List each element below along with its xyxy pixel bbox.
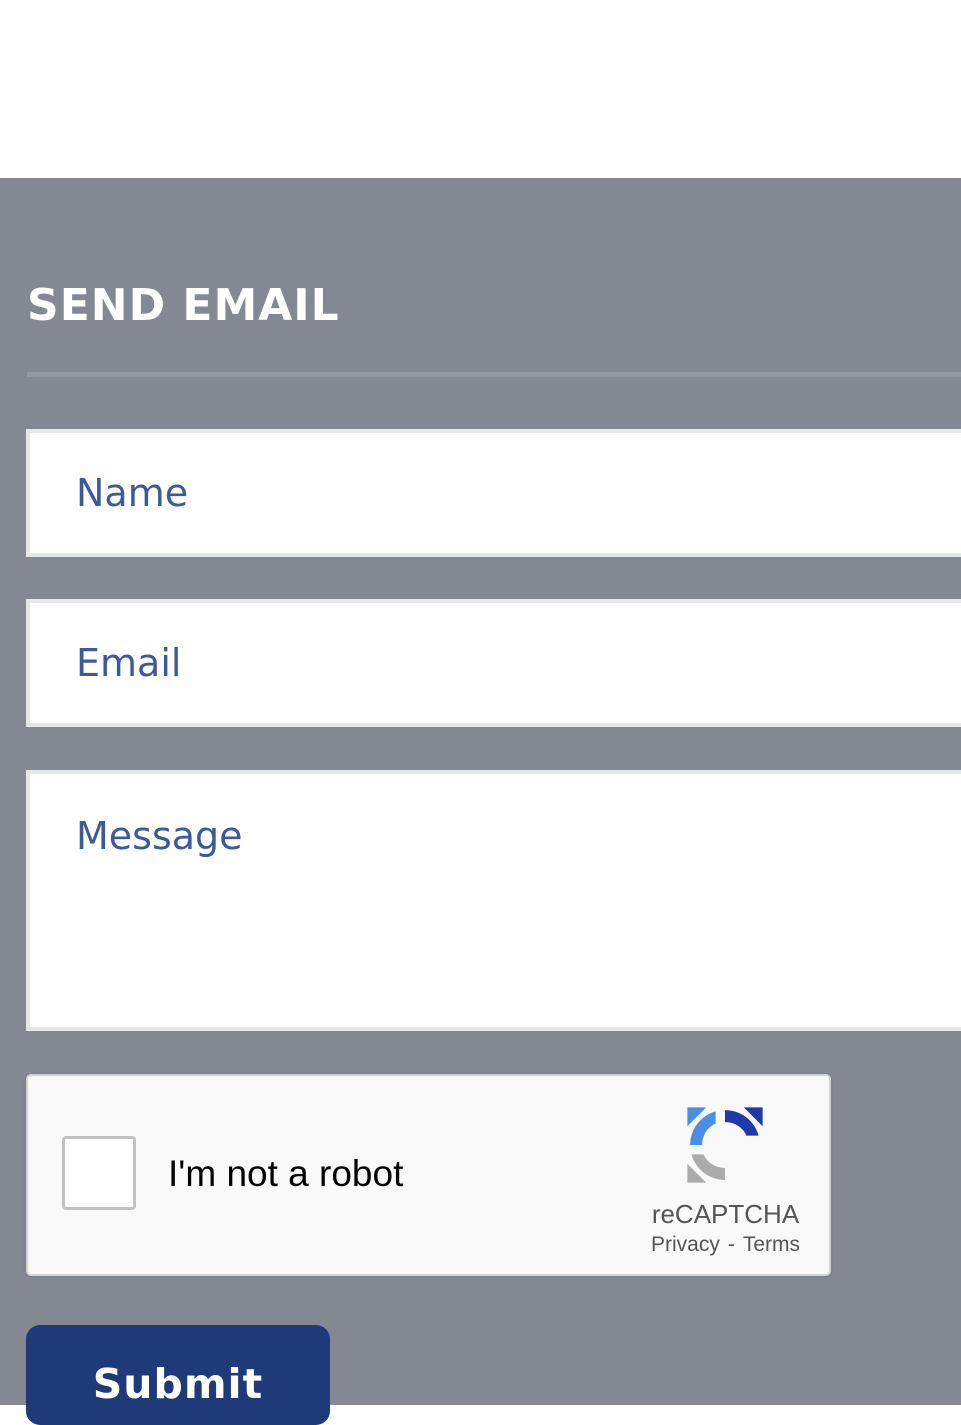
- top-whitespace: [0, 0, 961, 178]
- recaptcha-widget: I'm not a robot reCAPTCHA Privacy - Terms: [26, 1074, 831, 1276]
- recaptcha-brand: reCAPTCHA: [651, 1199, 800, 1229]
- submit-button[interactable]: Submit: [26, 1325, 330, 1425]
- recaptcha-logo-icon: [687, 1107, 763, 1183]
- recaptcha-label: I'm not a robot: [168, 1153, 404, 1194]
- email-input[interactable]: [26, 599, 961, 727]
- message-textarea[interactable]: [26, 770, 961, 1031]
- recaptcha-checkbox[interactable]: [62, 1136, 136, 1210]
- title-divider: [27, 372, 961, 377]
- form-title: SEND EMAIL: [27, 280, 340, 331]
- recaptcha-links: Privacy - Terms: [618, 1232, 833, 1258]
- terms-link[interactable]: Terms: [743, 1233, 800, 1256]
- privacy-link[interactable]: Privacy: [651, 1233, 720, 1256]
- name-input[interactable]: [26, 429, 961, 557]
- links-separator: -: [727, 1233, 735, 1256]
